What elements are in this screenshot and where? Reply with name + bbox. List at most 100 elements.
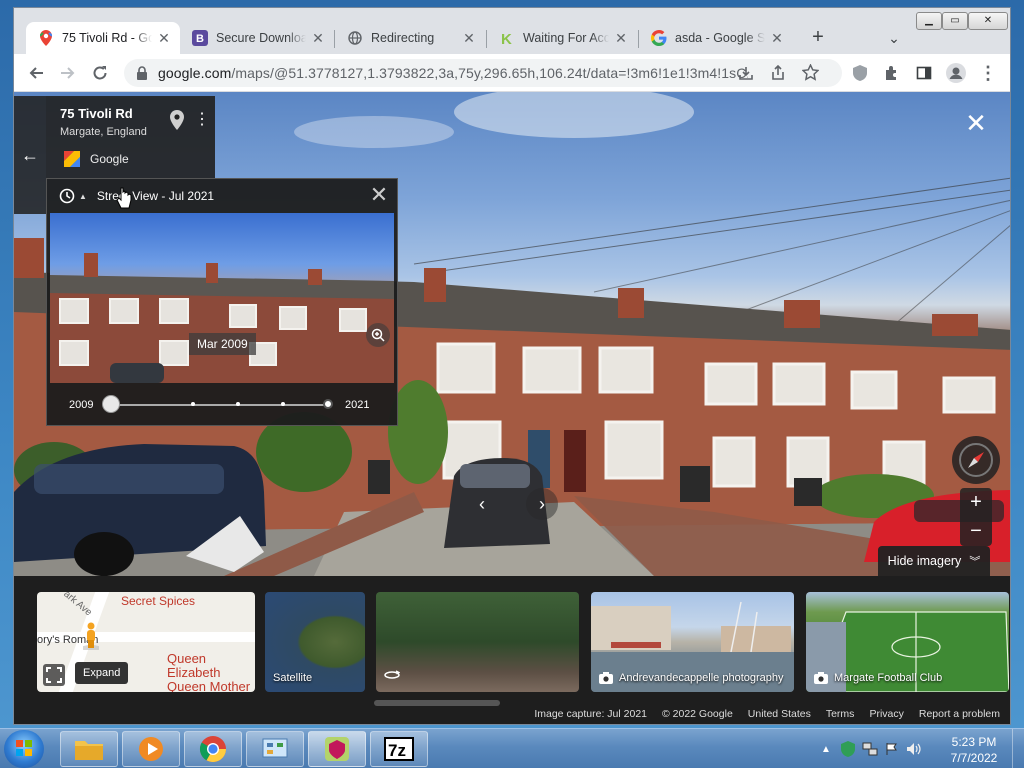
satellite-label: Satellite [273,672,313,684]
download-icon[interactable] [738,65,754,84]
profile-avatar-icon[interactable] [944,61,968,85]
media-player-icon[interactable] [122,731,180,767]
close-tab-icon[interactable]: ✕ [156,30,172,46]
tray-expand-icon[interactable]: ▲ [818,741,834,757]
timeline-stop[interactable] [281,402,285,406]
pegman-icon [81,622,101,651]
attribution-bar: Image capture: Jul 2021 © 2022 Google Un… [534,708,1000,720]
minimize-button[interactable]: ▁ [916,12,942,30]
window-close-button[interactable]: ✕ [968,12,1008,30]
map-street-label: ark Ave [61,592,94,619]
google-maps-icon [38,30,54,46]
b-letter-icon: B [192,30,208,46]
provider-row: Google [64,151,129,167]
photo-card[interactable]: Margate Football Club [806,592,1009,692]
close-tab-icon[interactable]: ✕ [310,30,326,46]
map-pin-icon[interactable] [170,110,184,130]
maps-content: ‹ › ✕ ← 75 Tivoli Rd Margate, England ⋮ … [14,92,1010,724]
hide-imagery-button[interactable]: Hide imagery ︾ [878,546,990,576]
tab-google-maps[interactable]: 75 Tivoli Rd - Google Maps ✕ [26,22,180,54]
show-desktop-button[interactable] [1012,729,1024,768]
thumbnail-date: Mar 2009 [189,333,256,355]
map-poi-label: Secret Spices [121,594,196,608]
bookmark-star-icon[interactable] [801,63,820,84]
file-explorer-icon[interactable] [60,731,118,767]
extensions-puzzle-icon[interactable] [880,61,904,85]
security-shield-icon[interactable] [840,741,856,757]
zoom-in-button[interactable]: + [960,488,992,517]
map-poi-label: Queen Elizabeth Queen Mother H [167,652,255,693]
close-street-view-button[interactable]: ✕ [964,110,988,136]
clock-date: 7/7/2022 [950,751,998,765]
photo-card[interactable]: Andrevandecappelle photography [591,592,794,692]
reload-icon[interactable] [88,61,112,85]
terms-link[interactable]: Terms [826,708,855,720]
kebab-menu-icon[interactable]: ⋮ [976,61,1000,85]
privacy-link[interactable]: Privacy [869,708,903,720]
back-arrow-icon[interactable] [24,61,48,85]
region-link[interactable]: United States [748,708,811,720]
chevron-down-icon[interactable]: ⌄ [882,26,906,50]
arrow-right-icon[interactable]: › [526,488,558,520]
close-tab-icon[interactable]: ✕ [461,30,477,46]
volume-icon[interactable] [906,741,922,757]
address-title: 75 Tivoli Rd [60,106,133,121]
tab-waiting-for-access[interactable]: K Waiting For Access ✕ [487,22,637,54]
new-tab-button[interactable]: + [806,26,830,50]
satellite-card[interactable]: Satellite [265,592,365,692]
control-panel-icon[interactable] [246,731,304,767]
action-center-flag-icon[interactable] [884,741,900,757]
address-card: 75 Tivoli Rd Margate, England ⋮ Google [46,96,215,178]
forward-arrow-icon[interactable] [56,61,80,85]
history-clock-icon [59,188,75,204]
shield-extension-icon[interactable] [848,61,872,85]
arrow-left-icon[interactable]: ‹ [466,488,498,520]
close-icon[interactable]: ✕ [369,184,389,206]
more-vert-icon[interactable]: ⋮ [194,110,210,130]
timeline-stop[interactable] [191,402,195,406]
timeline-stop[interactable] [236,402,240,406]
side-panel-icon[interactable] [912,61,936,85]
windows-start-icon[interactable] [4,730,44,768]
shield-app-icon[interactable] [308,731,366,767]
tab-google-search[interactable]: asda - Google Search ✕ [639,22,793,54]
compass-icon[interactable] [952,436,1000,484]
close-tab-icon[interactable]: ✕ [769,30,785,46]
camera-icon [814,672,828,684]
share-icon[interactable] [770,64,786,84]
street-view-card[interactable] [376,592,579,692]
copyright-text: © 2022 Google [662,708,733,720]
map-card[interactable]: ark Ave Secret Spices ory's Roman Queen … [37,592,255,692]
timeline-current-marker[interactable] [323,399,333,409]
svg-text:K: K [501,31,512,46]
historical-thumbnail[interactable]: Mar 2009 [50,213,394,383]
tab-title: asda - Google Search [675,31,765,45]
close-tab-icon[interactable]: ✕ [613,30,629,46]
back-arrow-icon[interactable]: ← [14,96,46,214]
address-bar[interactable]: google.com/maps/@51.3778127,1.3793822,3a… [124,59,842,87]
provider-name: Google [90,152,129,166]
card-label-text: Andrevandecappelle photography [619,672,784,684]
tab-title: Waiting For Access [523,31,609,45]
timeline-slider[interactable]: 2009 2021 [47,383,397,425]
chrome-icon[interactable] [184,731,242,767]
timeline-handle[interactable] [102,395,120,413]
7zip-icon[interactable]: 7z [370,731,428,767]
browser-toolbar: google.com/maps/@51.3778127,1.3793822,3a… [14,54,1010,92]
timeline-track[interactable] [111,404,329,406]
strip-scrollbar[interactable] [374,700,500,706]
time-machine-header[interactable]: ▲ Street View - Jul 2021 [47,179,397,213]
report-problem-link[interactable]: Report a problem [919,708,1000,720]
k-letter-icon: K [499,30,515,46]
maximize-button[interactable]: ▭ [942,12,968,30]
taskbar-clock[interactable]: 5:23 PM 7/7/2022 [944,734,1004,766]
url-path: /maps/@51.3778127,1.3793822,3a,75y,296.6… [231,65,748,81]
zoom-in-magnifier-icon[interactable] [366,323,390,347]
zoom-out-button[interactable]: − [960,517,992,546]
expand-icon[interactable] [43,664,65,686]
network-icon[interactable] [862,741,878,757]
street-view-panorama[interactable]: ‹ › ✕ ← 75 Tivoli Rd Margate, England ⋮ … [14,92,1010,576]
lock-icon[interactable] [136,66,150,80]
tab-secure-download[interactable]: B Secure Download ✕ [180,22,334,54]
tab-redirecting[interactable]: Redirecting ✕ [335,22,485,54]
